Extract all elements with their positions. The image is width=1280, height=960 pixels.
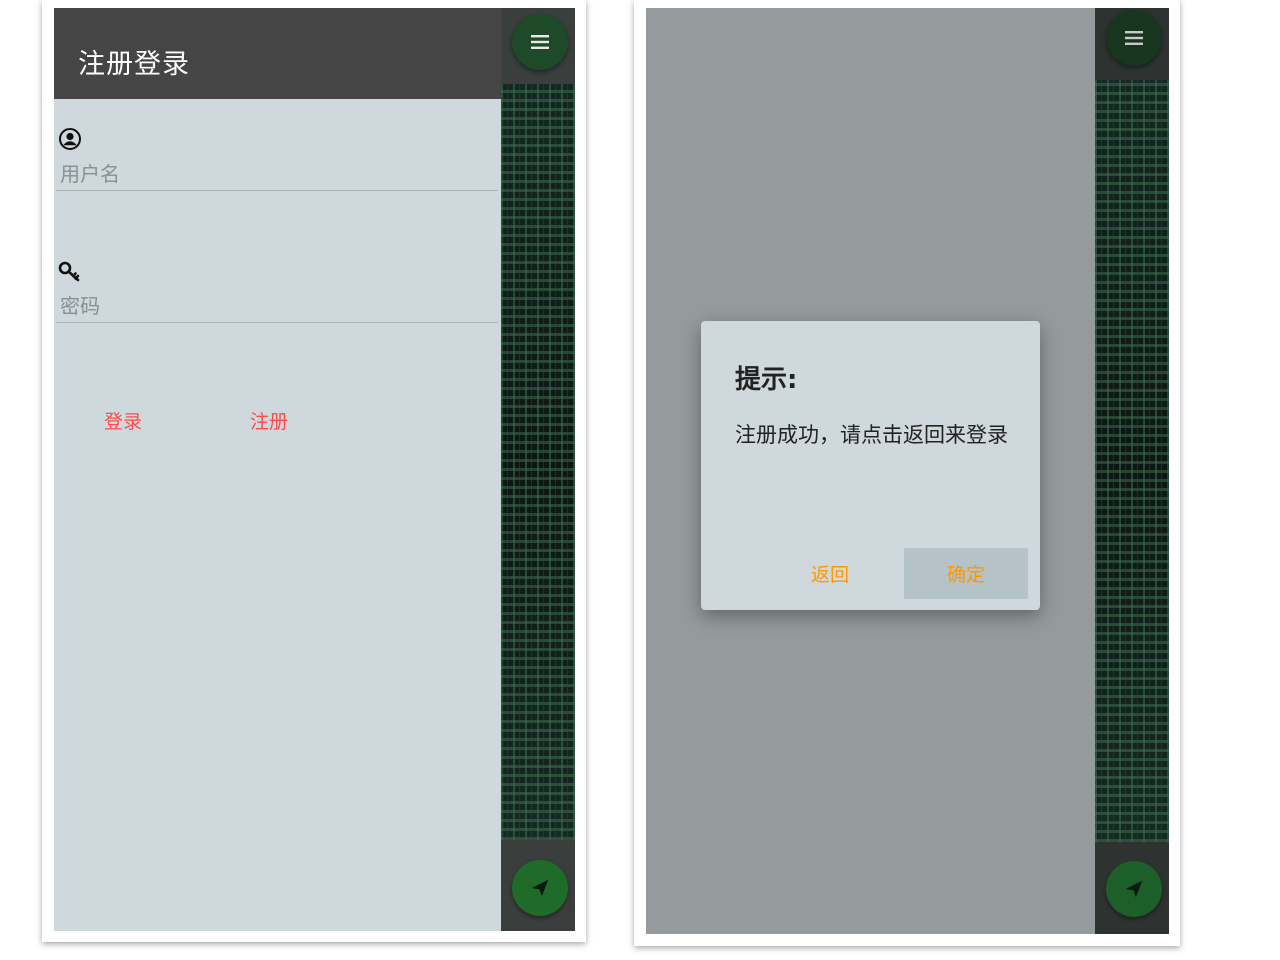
- send-fab[interactable]: [512, 860, 568, 916]
- alert-dialog: 提示: 注册成功，请点击返回来登录 返回 确定: [701, 321, 1040, 610]
- menu-icon: [531, 34, 549, 50]
- matrix-background: [501, 84, 575, 840]
- back-button[interactable]: 返回: [787, 548, 873, 599]
- key-icon: [58, 261, 82, 287]
- login-form: 登录 注册: [54, 99, 501, 931]
- login-screen: 注册登录 登录 注册: [42, 0, 586, 942]
- dialog-screen: 提示: 注册成功，请点击返回来登录 返回 确定: [634, 0, 1180, 946]
- confirm-button[interactable]: 确定: [904, 548, 1028, 599]
- send-icon: [1123, 878, 1145, 900]
- password-input[interactable]: [56, 289, 498, 323]
- login-button[interactable]: 登录: [104, 407, 142, 434]
- menu-fab[interactable]: [512, 14, 568, 70]
- dialog-title: 提示:: [735, 365, 798, 395]
- menu-icon: [1125, 30, 1143, 46]
- register-button[interactable]: 注册: [250, 407, 288, 434]
- user-circle-icon: [58, 127, 82, 155]
- send-icon: [529, 877, 551, 899]
- side-panel: [501, 8, 575, 931]
- matrix-background: [1095, 80, 1169, 842]
- username-input[interactable]: [56, 157, 498, 191]
- send-fab[interactable]: [1106, 861, 1162, 917]
- menu-fab[interactable]: [1106, 10, 1162, 66]
- dialog-message: 注册成功，请点击返回来登录: [735, 423, 1008, 447]
- page-title: 注册登录: [78, 49, 190, 80]
- side-panel: [1095, 8, 1169, 934]
- app-bar: 注册登录: [54, 8, 501, 99]
